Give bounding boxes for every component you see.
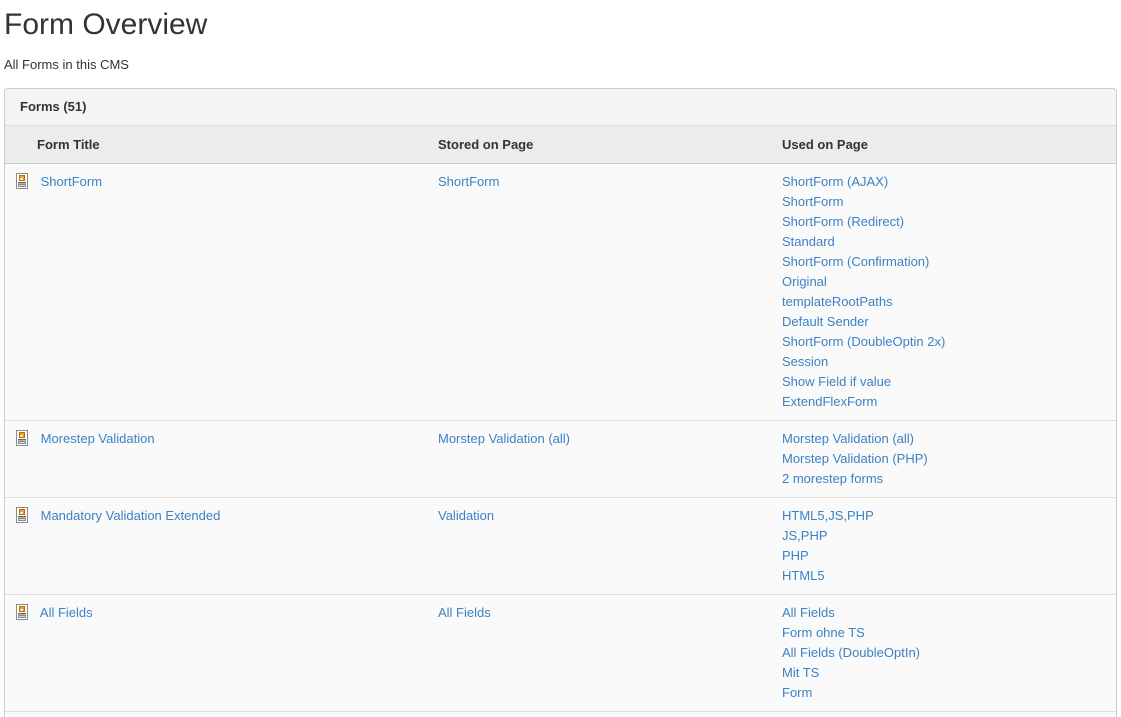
used-on-page-link[interactable]: All Fields (782, 605, 835, 620)
forms-panel-heading: Forms (51) (5, 89, 1116, 126)
table-row: Morestep Validation Morstep Validation (… (5, 421, 1116, 498)
used-on-page-link[interactable]: ShortForm (782, 194, 843, 209)
table-header-row: Form Title Stored on Page Used on Page (5, 126, 1116, 164)
used-on-page-link[interactable]: Session (782, 354, 828, 369)
used-on-page-link[interactable]: Show Field if value (782, 374, 891, 389)
used-on-page-link[interactable]: PHP (782, 548, 809, 563)
used-on-page-link[interactable]: templateRootPaths (782, 294, 893, 309)
used-on-page-link[interactable]: Morstep Validation (all) (782, 431, 914, 446)
form-document-icon (14, 507, 30, 523)
used-on-page-list: Morstep Validation (all) Morstep Validati… (782, 429, 1108, 489)
used-on-page-link[interactable]: Mit TS (782, 665, 819, 680)
table-row-partial (5, 712, 1116, 717)
form-document-icon (14, 430, 30, 446)
used-on-page-link[interactable]: Morstep Validation (PHP) (782, 451, 928, 466)
table-row: All Fields All Fields All Fields Form ohn… (5, 595, 1116, 712)
used-on-page-link[interactable]: HTML5,JS,PHP (782, 508, 874, 523)
used-on-page-link[interactable]: Form ohne TS (782, 625, 865, 640)
column-header-used-on-page: Used on Page (774, 126, 1116, 164)
stored-on-page-link[interactable]: All Fields (438, 605, 491, 620)
used-on-page-link[interactable]: Standard (782, 234, 835, 249)
forms-table: Form Title Stored on Page Used on Page S… (5, 126, 1116, 717)
used-on-page-link[interactable]: Form (782, 685, 812, 700)
table-row: Mandatory Validation Extended Validation… (5, 498, 1116, 595)
page-title: Form Overview (4, 6, 1117, 44)
stored-on-page-link[interactable]: Morstep Validation (all) (438, 431, 570, 446)
form-overview-page: Form Overview All Forms in this CMS Form… (0, 6, 1121, 717)
stored-on-page-link[interactable]: ShortForm (438, 174, 499, 189)
used-on-page-link[interactable]: Original (782, 274, 827, 289)
used-on-page-link[interactable]: ShortForm (Redirect) (782, 214, 904, 229)
form-document-icon (14, 604, 30, 620)
used-on-page-link[interactable]: ShortForm (DoubleOptin 2x) (782, 334, 945, 349)
stored-on-page-link[interactable]: Validation (438, 508, 494, 523)
used-on-page-list: ShortForm (AJAX) ShortForm ShortForm (Redi… (782, 172, 1108, 412)
used-on-page-list: All Fields Form ohne TS All Fields (Double… (782, 603, 1108, 703)
used-on-page-link[interactable]: 2 morestep forms (782, 471, 883, 486)
used-on-page-link[interactable]: ShortForm (AJAX) (782, 174, 888, 189)
used-on-page-link[interactable]: ShortForm (Confirmation) (782, 254, 929, 269)
used-on-page-link[interactable]: Default Sender (782, 314, 869, 329)
forms-panel: Forms (51) Form Title Stored on Page Use… (4, 88, 1117, 717)
column-header-form-title: Form Title (5, 126, 430, 164)
form-title-link[interactable]: Morestep Validation (41, 431, 155, 446)
form-document-icon (14, 173, 30, 189)
form-title-link[interactable]: Mandatory Validation Extended (41, 508, 221, 523)
used-on-page-link[interactable]: HTML5 (782, 568, 825, 583)
table-row: ShortForm ShortForm ShortForm (AJAX)Shor… (5, 164, 1116, 421)
form-title-link[interactable]: ShortForm (41, 174, 102, 189)
form-title-link[interactable]: All Fields (40, 605, 93, 620)
used-on-page-link[interactable]: All Fields (DoubleOptIn) (782, 645, 920, 660)
used-on-page-link[interactable]: ExtendFlexForm (782, 394, 877, 409)
used-on-page-link[interactable]: JS,PHP (782, 528, 828, 543)
used-on-page-list: HTML5,JS,PHP JS,PHP PHP HTML5 (782, 506, 1108, 586)
column-header-stored-on-page: Stored on Page (430, 126, 774, 164)
page-subtitle: All Forms in this CMS (4, 57, 1117, 73)
